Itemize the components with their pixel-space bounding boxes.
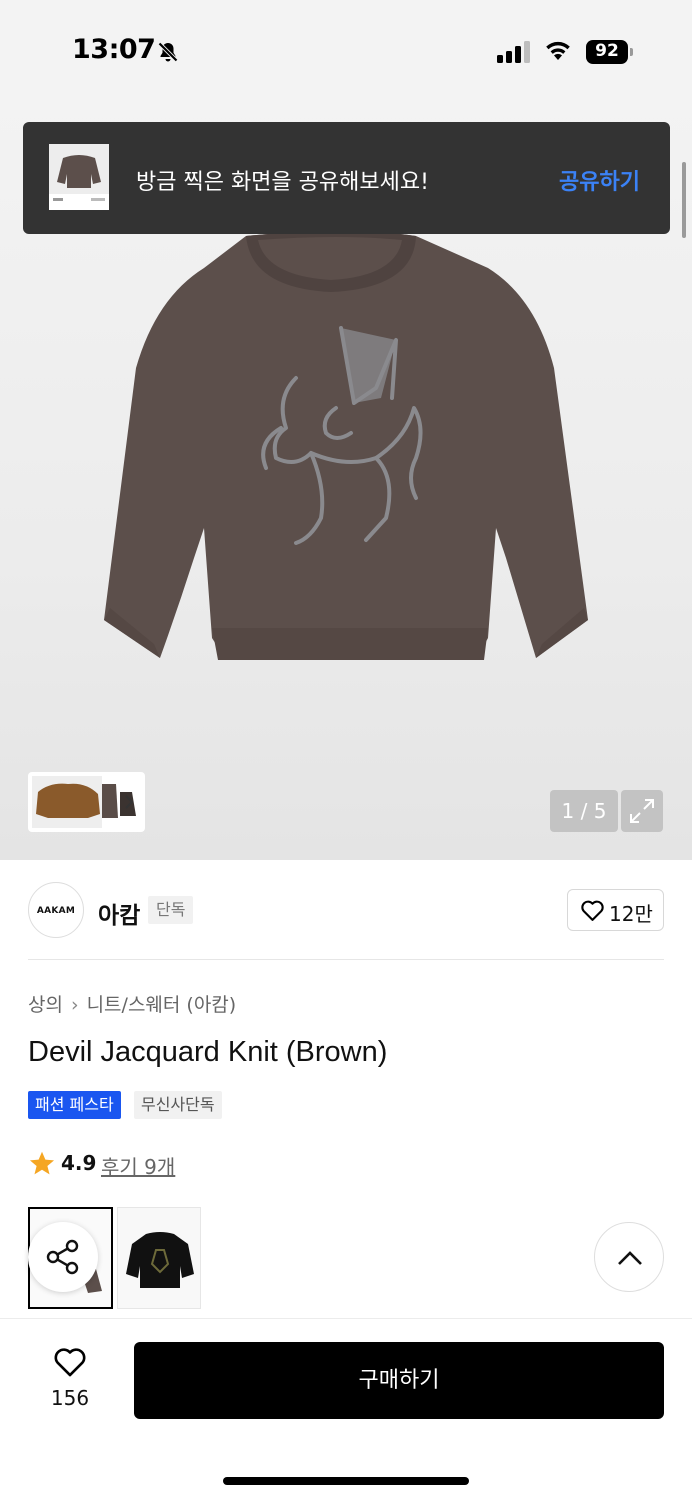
brand-like-count: 12만: [609, 902, 653, 926]
screenshot-thumbnail[interactable]: [49, 144, 109, 210]
exclusive-badge: 단독: [148, 896, 194, 924]
status-time: 13:07: [72, 34, 156, 65]
scrollbar[interactable]: [682, 162, 686, 238]
share-button[interactable]: [28, 1222, 98, 1292]
home-indicator: [223, 1477, 469, 1485]
toast-message: 방금 찍은 화면을 공유해보세요!: [136, 170, 429, 195]
share-icon: [46, 1239, 79, 1275]
bell-off-icon: [157, 41, 179, 63]
expand-icon: [630, 799, 654, 823]
divider: [28, 959, 664, 960]
thumbnail-strip[interactable]: [28, 772, 145, 832]
breadcrumb-item-knit[interactable]: 니트/스웨터 (아캄): [87, 994, 237, 1016]
rating-score: 4.9: [61, 1151, 97, 1175]
chevron-right-icon: ›: [70, 994, 79, 1016]
breadcrumb-item-top[interactable]: 상의: [28, 994, 63, 1016]
share-toast: 방금 찍은 화면을 공유해보세요! 공유하기: [23, 122, 670, 234]
breadcrumb: 상의 › 니트/스웨터 (아캄): [28, 990, 236, 1017]
wishlist-button[interactable]: 156: [40, 1346, 100, 1410]
battery-level: 92: [595, 41, 619, 61]
reviews-link[interactable]: 후기 9개: [101, 1151, 175, 1180]
image-counter: 1 / 5: [550, 790, 618, 832]
brand-like-button[interactable]: 12만: [567, 889, 664, 931]
share-now-button[interactable]: 공유하기: [559, 164, 640, 196]
battery-icon: 92: [586, 40, 634, 64]
product-image: [104, 231, 588, 660]
buy-button[interactable]: 구매하기: [134, 1342, 664, 1419]
musinsa-exclusive-tag: 무신사단독: [134, 1091, 222, 1119]
fashion-festa-tag: 패션 페스타: [28, 1091, 121, 1119]
star-icon: [29, 1151, 55, 1175]
status-bar: 13:07 92: [0, 0, 692, 100]
chevron-right-icon: [125, 795, 134, 809]
heart-icon: [54, 1348, 86, 1377]
color-option-black[interactable]: [117, 1207, 201, 1309]
heart-icon: [581, 900, 604, 921]
product-title: Devil Jacquard Knit (Brown): [28, 1036, 388, 1068]
signal-icon: [497, 41, 530, 63]
wifi-icon: [546, 41, 570, 60]
expand-button[interactable]: [621, 790, 663, 832]
chevron-up-icon: [618, 1251, 642, 1265]
brand-logo[interactable]: AAKAM: [28, 882, 84, 938]
scroll-to-top-button[interactable]: [594, 1222, 664, 1292]
wishlist-count: 156: [50, 1386, 90, 1410]
brand-name[interactable]: 아캄: [98, 896, 140, 930]
